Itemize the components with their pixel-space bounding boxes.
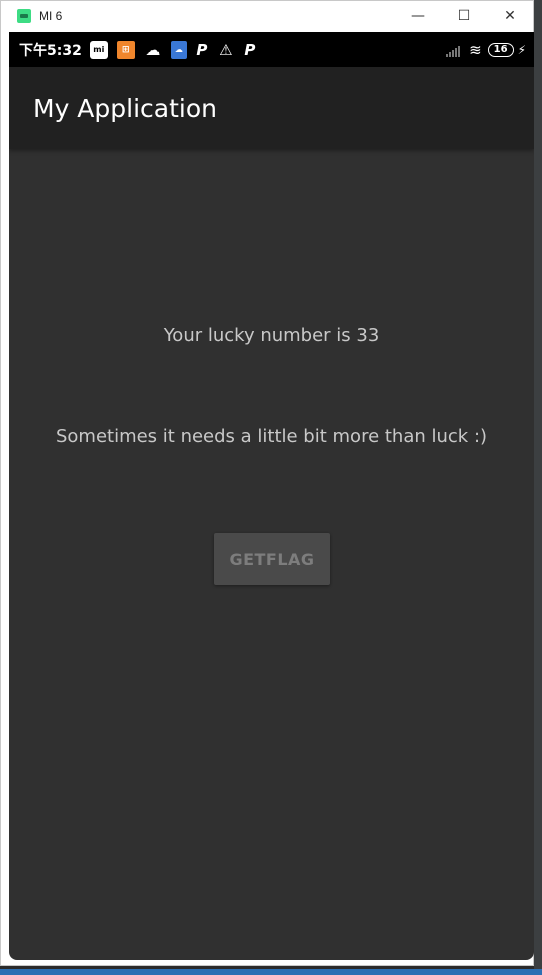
p-icon: P	[196, 40, 208, 59]
window-titlebar[interactable]: MI 6 — ☐ ✕	[1, 1, 533, 31]
window-controls: — ☐ ✕	[395, 1, 533, 31]
status-right-group: ≋ 16 ⚡	[446, 41, 526, 59]
hint-text: Sometimes it needs a little bit more tha…	[55, 426, 488, 447]
close-button[interactable]: ✕	[487, 1, 533, 31]
orange-app-icon: ⊞	[116, 40, 135, 59]
blue-cloud-icon: ☁	[170, 40, 187, 59]
cloud-icon: ☁	[145, 40, 161, 59]
background-ide-edge	[534, 0, 542, 975]
app-bar: My Application	[9, 67, 534, 149]
window-title: MI 6	[39, 9, 63, 23]
p-icon: P	[244, 40, 256, 59]
getflag-button[interactable]: GETFLAG	[214, 533, 330, 585]
mi-icon: mi	[89, 40, 108, 59]
minimize-button[interactable]: —	[395, 1, 441, 31]
emulator-window: MI 6 — ☐ ✕ 下午5:32 mi ⊞ ☁ ☁ P ⚠ P ≋ 16 ⚡	[0, 0, 534, 966]
maximize-button[interactable]: ☐	[441, 1, 487, 31]
wifi-icon: ≋	[469, 40, 482, 59]
lucky-number-text: Your lucky number is 33	[163, 325, 380, 346]
status-time: 下午5:32	[19, 42, 82, 59]
charging-icon: ⚡	[517, 42, 526, 57]
main-content: Your lucky number is 33 Sometimes it nee…	[9, 149, 534, 960]
app-title: My Application	[33, 93, 217, 123]
battery-icon: 16	[487, 42, 514, 57]
phone-screen: 下午5:32 mi ⊞ ☁ ☁ P ⚠ P ≋ 16 ⚡ My Applicat…	[9, 32, 534, 960]
status-bar: 下午5:32 mi ⊞ ☁ ☁ P ⚠ P ≋ 16 ⚡	[9, 32, 534, 67]
android-app-icon	[17, 9, 31, 23]
warning-icon: ⚠	[219, 40, 233, 59]
background-taskbar-strip	[0, 969, 542, 975]
signal-icon	[446, 43, 461, 57]
